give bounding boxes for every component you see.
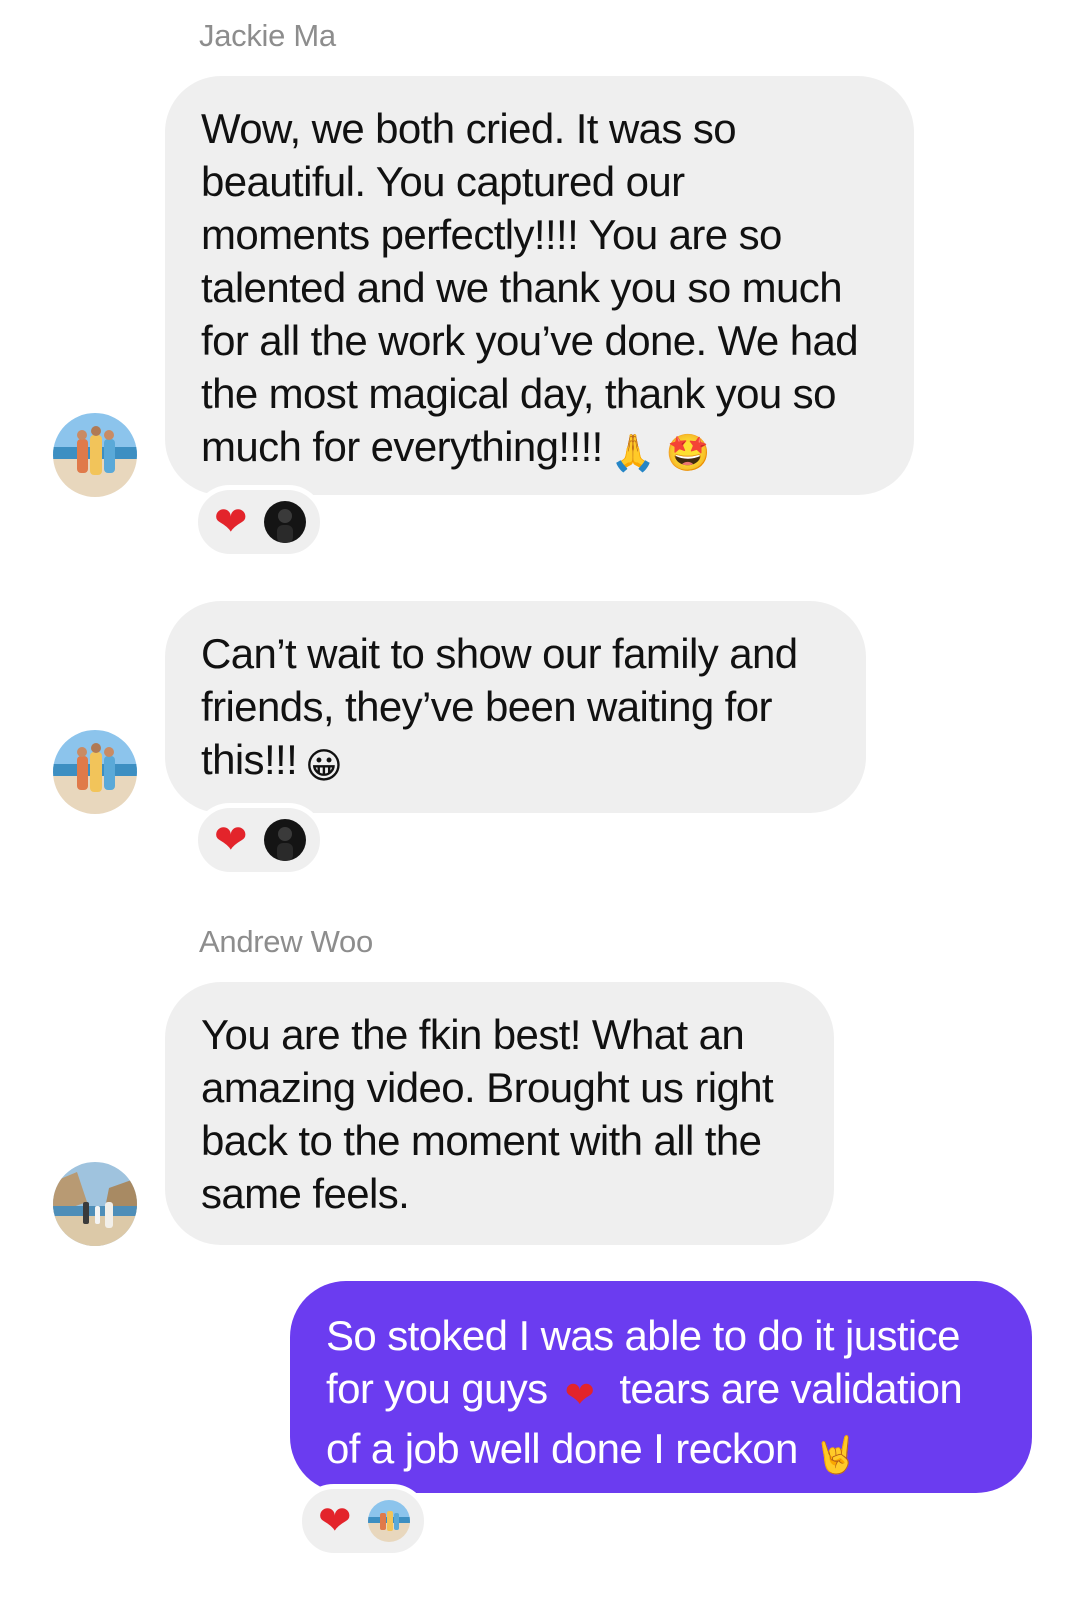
- dark-profile-avatar: [263, 819, 306, 861]
- cliff-photo-avatar: [53, 1162, 137, 1246]
- avatar-jackie[interactable]: [53, 413, 137, 497]
- message-reactions[interactable]: ❤: [193, 803, 325, 877]
- beach-photo-avatar: [53, 730, 137, 814]
- message-text: You are the fkin best! What an amazing v…: [201, 1011, 774, 1217]
- reactor-avatar: [263, 501, 306, 543]
- heart-icon: ❤: [214, 499, 248, 545]
- pray-star-eyes-emoji: 🙏 🤩: [610, 433, 711, 474]
- message-text: So stoked I was able to do it justice fo…: [326, 1312, 963, 1476]
- reactor-avatar: [367, 1500, 410, 1542]
- rock-on-emoji: 🤘: [813, 1435, 859, 1476]
- message-bubble[interactable]: You are the fkin best! What an amazing v…: [165, 982, 834, 1245]
- message-reactions[interactable]: ❤: [297, 1484, 429, 1558]
- reactor-avatar: [263, 819, 306, 861]
- heart-emoji: ❤: [564, 1375, 595, 1416]
- outgoing-message-bubble[interactable]: So stoked I was able to do it justice fo…: [290, 1281, 1032, 1493]
- message-text: Wow, we both cried. It was so beautiful.…: [201, 105, 859, 474]
- message-reactions[interactable]: ❤: [193, 485, 325, 559]
- message-bubble[interactable]: Can’t wait to show our family and friend…: [165, 601, 866, 813]
- message-text: Can’t wait to show our family and friend…: [201, 630, 798, 787]
- grinning-emoji: 😀: [305, 746, 343, 787]
- beach-photo-avatar: [367, 1500, 410, 1542]
- beach-photo-avatar: [53, 413, 137, 497]
- heart-icon: ❤: [214, 817, 248, 863]
- message-bubble[interactable]: Wow, we both cried. It was so beautiful.…: [165, 76, 914, 495]
- avatar-andrew[interactable]: [53, 1162, 137, 1246]
- sender-name-andrew: Andrew Woo: [199, 924, 373, 959]
- heart-icon: ❤: [318, 1498, 352, 1544]
- avatar-jackie[interactable]: [53, 730, 137, 814]
- dark-profile-avatar: [263, 501, 306, 543]
- sender-name-jackie: Jackie Ma: [199, 18, 336, 53]
